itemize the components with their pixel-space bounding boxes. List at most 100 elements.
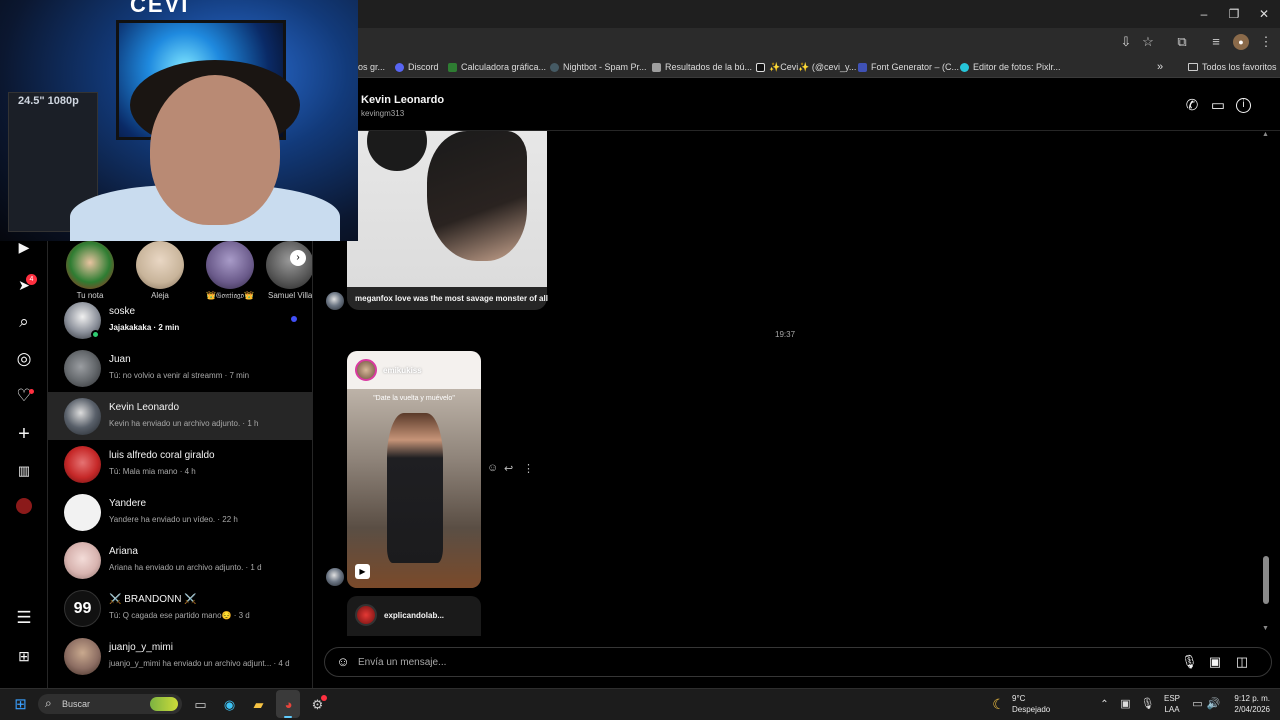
language-bottom[interactable]: LAA [1160, 705, 1184, 714]
conversation-info-icon[interactable]: i [1236, 98, 1251, 113]
note-item[interactable]: Tu nota [58, 241, 122, 300]
sender-avatar [326, 292, 344, 310]
message-input[interactable]: Envía un mensaje... [358, 657, 446, 668]
create-plus-icon[interactable]: + [14, 424, 34, 444]
nightbot-icon [550, 62, 559, 72]
file-explorer-icon[interactable]: ▰ [250, 696, 267, 713]
maximize-button[interactable]: ❐ [1226, 6, 1242, 22]
sticker-icon[interactable]: ◫ [1234, 654, 1250, 670]
pixlr-icon [960, 62, 969, 72]
install-app-icon[interactable]: ⇩ [1118, 34, 1134, 50]
taskbar-search-box[interactable]: ⌕ Buscar [38, 694, 182, 714]
post-caption-bubble: meganfox love was the most savage monste… [347, 287, 548, 310]
weather-moon-icon[interactable]: ☾ [990, 696, 1007, 713]
language-top[interactable]: ESP [1160, 694, 1184, 703]
video-call-icon[interactable]: ▭ [1209, 97, 1227, 115]
bookmark-item[interactable]: ✨Cevi✨ (@cevi_y... [756, 61, 856, 73]
bookmark-item[interactable]: Calculadora gráfica... [448, 61, 546, 73]
bookmark-item[interactable]: Editor de fotos: Pixlr... [960, 61, 1061, 73]
close-window-button[interactable]: ✕ [1256, 6, 1272, 22]
bookmarks-overflow-button[interactable]: » [1157, 61, 1163, 73]
conversation-avatar [64, 446, 101, 483]
reel-play-icon[interactable]: ▶ [355, 564, 370, 579]
bookmark-item[interactable]: Resultados de la bú... [652, 61, 752, 73]
search-highlight-icon [150, 697, 178, 711]
conversation-item[interactable]: Yandere Yandere ha enviado un vídeo. · 2… [48, 488, 312, 536]
tray-app-icon[interactable]: ▣ [1117, 696, 1134, 713]
scroll-up-arrow-icon[interactable]: ▲ [1262, 131, 1269, 138]
note-avatar [136, 241, 184, 289]
explore-compass-icon[interactable]: ◎ [14, 349, 34, 369]
conversation-item[interactable]: Ariana Ariana ha enviado un archivo adju… [48, 536, 312, 584]
chevron-double-right-icon: » [1157, 61, 1164, 73]
conversation-item[interactable]: luis alfredo coral giraldo Tú: Mala mia … [48, 440, 312, 488]
reading-list-icon[interactable]: ≡ [1208, 34, 1224, 50]
emoji-picker-icon[interactable]: ☺ [335, 654, 351, 670]
bookmark-item[interactable]: Font Generator – (C... [858, 61, 959, 73]
message-composer[interactable]: ☺ Envía un mensaje... 🎙 ▣ ◫ [324, 647, 1272, 677]
conversation-list: Tu nota Aleja 👑𝔊𝔬𝔫𝔱𝔦𝔞𝔤𝔬👑 Samuel Villar ›… [48, 241, 313, 688]
more-menu-icon[interactable]: ☰ [14, 608, 34, 628]
messages-badge: 4 [26, 274, 37, 285]
shared-reel[interactable]: emikukiss "Date la vuelta y muévelo" ▶ [347, 351, 481, 588]
network-icon[interactable]: ▭ [1189, 696, 1206, 713]
edge-browser-icon[interactable]: ◉ [221, 696, 238, 713]
dashboard-chart-icon[interactable]: ▥ [14, 461, 34, 481]
note-item[interactable]: 👑𝔊𝔬𝔫𝔱𝔦𝔞𝔤𝔬👑 [198, 241, 262, 301]
search-icon[interactable]: ⌕ [14, 312, 34, 332]
notes-next-arrow-icon[interactable]: › [290, 250, 306, 266]
note-avatar [266, 241, 312, 289]
clock-time[interactable]: 9:12 p. m. [1224, 694, 1270, 703]
note-item[interactable]: Aleja [128, 241, 192, 300]
chat-scrollbar[interactable]: ▲ ▼ [1260, 131, 1272, 636]
bookmark-item[interactable]: os gr... [358, 61, 385, 73]
audio-call-icon[interactable]: ✆ [1183, 97, 1201, 115]
more-options-icon[interactable]: ⋮ [523, 462, 534, 475]
conversation-item[interactable]: 99 ⚔️ BRANDONN ⚔️ Tú: Q cagada ese parti… [48, 584, 312, 632]
also-from-meta-icon[interactable]: ⊞ [14, 646, 34, 666]
microphone-icon[interactable]: 🎙 [1139, 696, 1156, 713]
conversation-preview: Jajakakaka · 2 min [109, 323, 180, 332]
bookmark-label: os gr... [358, 62, 386, 72]
clock-date[interactable]: 2/04/2026 [1224, 705, 1270, 714]
task-view-icon[interactable]: ▭ [192, 696, 209, 713]
search-icon: ⌕ [45, 696, 52, 710]
volume-icon[interactable]: 🔊 [1205, 696, 1222, 713]
reply-arrow-icon[interactable]: ↩ [504, 462, 513, 475]
bookmark-item[interactable]: Discord [395, 61, 439, 73]
reel-author-name: explicandolab... [384, 611, 445, 620]
chat-contact-name[interactable]: Kevin Leonardo [361, 94, 444, 106]
bookmark-item[interactable]: Nightbot - Spam Pr... [550, 61, 647, 73]
extensions-icon[interactable]: ⧉ [1174, 34, 1190, 50]
windows-start-icon[interactable]: ⊞ [12, 696, 29, 713]
shared-post-image[interactable] [347, 131, 547, 287]
voice-clip-icon[interactable]: 🎙 [1181, 654, 1198, 670]
minimize-button[interactable]: – [1196, 6, 1212, 22]
conversation-item-active[interactable]: Kevin Leonardo Kevin ha enviado un archi… [48, 392, 312, 440]
chrome-icon[interactable]: ◕ [280, 696, 297, 713]
notification-dot [321, 695, 327, 701]
active-app-indicator [284, 716, 292, 718]
chat-header: Kevin Leonardo kevingm313 ✆ ▭ i [313, 78, 1280, 131]
all-favorites-folder[interactable]: Todos los favoritos [1188, 61, 1277, 73]
conversation-item[interactable]: Juan Tú: no volvio a venir al streamm · … [48, 344, 312, 392]
profile-avatar-icon[interactable]: ● [1233, 34, 1249, 50]
profile-avatar-icon[interactable] [16, 498, 32, 514]
online-status-dot [91, 330, 100, 339]
note-item[interactable]: Samuel Villar [260, 241, 312, 300]
chat-contact-username: kevingm313 [361, 109, 405, 118]
conversation-item[interactable]: juanjo_y_mimi juanjo_y_mimi ha enviado u… [48, 632, 312, 680]
conversation-item[interactable]: soske Jajakakaka · 2 min [48, 296, 312, 344]
browser-menu-icon[interactable]: ⋮ [1258, 34, 1274, 50]
scroll-down-arrow-icon[interactable]: ▼ [1262, 625, 1269, 632]
conversation-preview: Tú: Q cagada ese partido mano😔 · 3 d [109, 611, 250, 620]
add-photo-icon[interactable]: ▣ [1207, 654, 1223, 670]
post-figure-shape [367, 131, 427, 171]
scrollbar-thumb[interactable] [1263, 556, 1269, 604]
shared-reel-next[interactable]: explicandolab... [347, 596, 481, 636]
bookmark-label: Calculadora gráfica... [461, 62, 547, 72]
bookmark-star-icon[interactable]: ☆ [1140, 34, 1156, 50]
show-hidden-icons-chevron-icon[interactable]: ⌃ [1096, 696, 1113, 713]
bookmark-label: Editor de fotos: Pixlr... [973, 62, 1061, 72]
react-emoji-icon[interactable]: ☺ [487, 462, 498, 474]
